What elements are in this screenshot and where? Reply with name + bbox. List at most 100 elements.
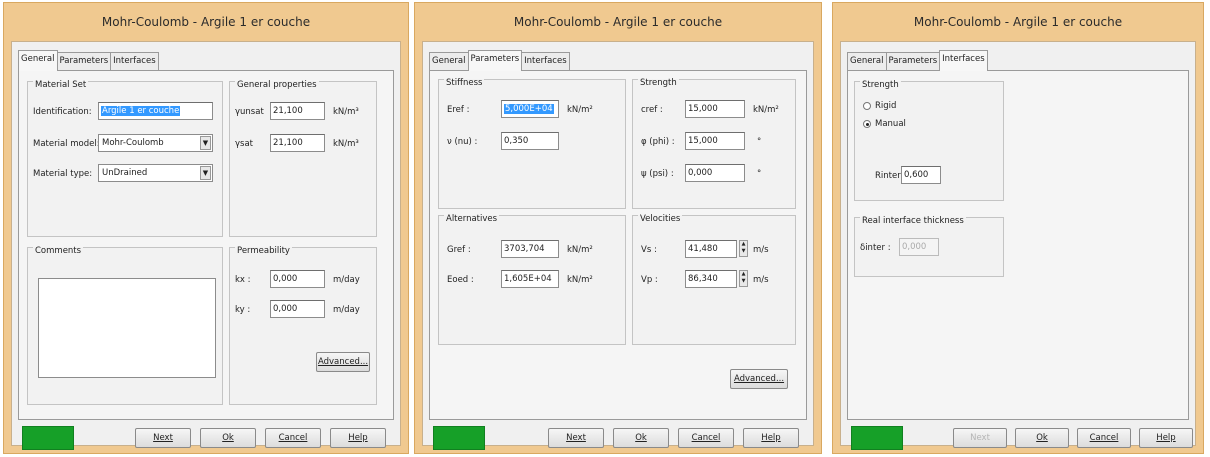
material-model-value: Mohr-Coulomb: [102, 138, 164, 148]
group-title: Permeability: [235, 246, 292, 256]
vs-input[interactable]: 41,480: [685, 240, 737, 258]
kx-unit: m/day: [333, 275, 360, 285]
ok-button[interactable]: Ok: [613, 428, 669, 448]
gref-label: Gref :: [447, 245, 471, 255]
dialog-title: Mohr-Coulomb - Argile 1 er couche: [913, 15, 1123, 29]
dinter-label: δinter :: [860, 243, 891, 253]
dialog-general: Mohr-Coulomb - Argile 1 er couche Genera…: [3, 2, 409, 454]
group-title: Alternatives: [444, 214, 500, 224]
next-button[interactable]: Next: [953, 428, 1007, 448]
gref-input[interactable]: 3703,704: [501, 240, 559, 258]
vs-spinner[interactable]: ▲ ▼: [739, 240, 748, 257]
gamma-sat-unit: kN/m³: [333, 139, 359, 149]
tab-interfaces[interactable]: Interfaces: [110, 52, 159, 70]
general-properties-group: General properties γunsat 21,100 kN/m³ γ…: [229, 81, 377, 237]
gamma-unsat-input[interactable]: 21,100: [270, 102, 325, 120]
tab-general[interactable]: General: [847, 52, 887, 70]
tab-panel-parameters: Stiffness Eref : 5,000E+04 kN/m² ν (nu) …: [429, 70, 807, 420]
chevron-down-icon[interactable]: ▼: [200, 136, 211, 150]
group-title: Material Set: [33, 80, 89, 90]
status-indicator: [851, 426, 903, 450]
psi-input[interactable]: 0,000: [685, 164, 745, 182]
gref-unit: kN/m²: [567, 245, 593, 255]
material-type-select[interactable]: UnDrained ▼: [98, 164, 213, 182]
tab-bar: General Parameters Interfaces: [429, 50, 570, 71]
status-indicator: [22, 426, 74, 450]
advanced-button[interactable]: Advanced...: [730, 369, 788, 389]
help-button[interactable]: Help: [1139, 428, 1193, 448]
ok-button[interactable]: Ok: [200, 428, 256, 448]
nu-input[interactable]: 0,350: [501, 132, 559, 150]
manual-label: Manual: [875, 119, 906, 129]
ok-button[interactable]: Ok: [1015, 428, 1069, 448]
dialog-client: General Parameters Interfaces Strength R…: [840, 41, 1196, 450]
group-title: General properties: [235, 80, 319, 90]
tab-interfaces[interactable]: Interfaces: [939, 50, 988, 71]
tab-general[interactable]: General: [429, 52, 469, 70]
eoed-unit: kN/m²: [567, 275, 593, 285]
comments-textarea[interactable]: [38, 278, 216, 378]
identification-input[interactable]: Argile 1 er couche: [98, 102, 213, 120]
rinter-input[interactable]: 0,600: [901, 166, 941, 184]
vp-unit: m/s: [753, 275, 769, 285]
advanced-button[interactable]: Advanced...: [316, 352, 370, 372]
nu-label: ν (nu) :: [447, 137, 478, 147]
dialog-client: General Parameters Interfaces Stiffness …: [422, 41, 814, 450]
phi-label: φ (phi) :: [641, 137, 675, 147]
group-title: Strength: [860, 80, 901, 90]
gamma-sat-label: γsat: [235, 139, 254, 149]
tab-parameters[interactable]: Parameters: [56, 52, 112, 70]
psi-unit: °: [757, 169, 762, 179]
eref-label: Eref :: [447, 105, 470, 115]
eoed-input[interactable]: 1,605E+04: [501, 270, 559, 288]
help-button[interactable]: Help: [743, 428, 799, 448]
group-title: Velocities: [638, 214, 683, 224]
material-model-select[interactable]: Mohr-Coulomb ▼: [98, 134, 213, 152]
dinter-input[interactable]: 0,000: [899, 238, 939, 256]
tab-panel-general: Material Set Identification: Argile 1 er…: [18, 70, 394, 420]
ky-input[interactable]: 0,000: [270, 300, 325, 318]
cancel-button[interactable]: Cancel: [678, 428, 734, 448]
next-button[interactable]: Next: [548, 428, 604, 448]
status-indicator: [433, 426, 485, 450]
ky-label: ky :: [235, 305, 251, 315]
group-title: Stiffness: [444, 78, 485, 88]
dialog-client: General Parameters Interfaces Material S…: [11, 41, 401, 450]
vp-spinner[interactable]: ▲ ▼: [739, 270, 748, 287]
comments-group: Comments: [27, 247, 223, 405]
gamma-unsat-label: γunsat: [235, 107, 264, 117]
help-button[interactable]: Help: [330, 428, 386, 448]
group-title: Comments: [33, 246, 84, 256]
vs-label: Vs :: [641, 245, 657, 255]
velocities-group: Velocities Vs : 41,480 ▲ ▼ m/s Vp : 86,34…: [632, 215, 796, 345]
manual-radio[interactable]: [863, 120, 871, 128]
cref-input[interactable]: 15,000: [685, 100, 745, 118]
tab-general[interactable]: General: [18, 50, 58, 71]
chevron-down-icon[interactable]: ▼: [200, 166, 211, 180]
identification-label: Identification:: [33, 107, 92, 117]
phi-input[interactable]: 15,000: [685, 132, 745, 150]
group-title: Strength: [638, 78, 679, 88]
rigid-label: Rigid: [875, 101, 897, 111]
interface-strength-group: Strength Rigid Manual Rinter : 0,600: [854, 81, 1004, 201]
kx-label: kx :: [235, 275, 251, 285]
permeability-group: Permeability kx : 0,000 m/day ky : 0,000…: [229, 247, 377, 405]
tab-parameters[interactable]: Parameters: [467, 50, 523, 71]
tab-interfaces[interactable]: Interfaces: [521, 52, 570, 70]
gamma-sat-input[interactable]: 21,100: [270, 134, 325, 152]
dialog-parameters: Mohr-Coulomb - Argile 1 er couche Genera…: [414, 2, 822, 454]
identification-value: Argile 1 er couche: [101, 106, 181, 116]
gamma-unsat-unit: kN/m³: [333, 107, 359, 117]
material-type-value: UnDrained: [102, 168, 148, 178]
next-button[interactable]: Next: [135, 428, 191, 448]
cref-unit: kN/m²: [753, 105, 779, 115]
eref-unit: kN/m²: [567, 105, 593, 115]
kx-input[interactable]: 0,000: [270, 270, 325, 288]
vp-input[interactable]: 86,340: [685, 270, 737, 288]
eref-input[interactable]: 5,000E+04: [501, 100, 559, 118]
material-type-label: Material type:: [33, 169, 93, 179]
rigid-radio[interactable]: [863, 102, 871, 110]
cancel-button[interactable]: Cancel: [1077, 428, 1131, 448]
cancel-button[interactable]: Cancel: [265, 428, 321, 448]
tab-parameters[interactable]: Parameters: [885, 52, 941, 70]
